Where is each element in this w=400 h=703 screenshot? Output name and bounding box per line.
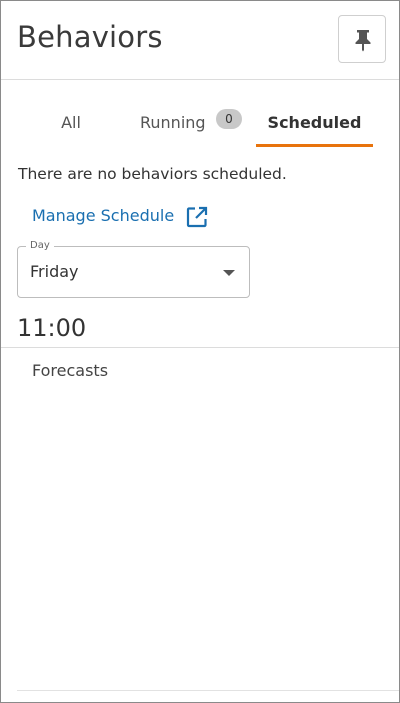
behavior-tabs: All Running 0 Scheduled [1,105,399,149]
day-select-value: Friday [30,262,79,281]
day-select[interactable]: Day Friday [17,239,250,298]
tab-scheduled[interactable]: Scheduled [256,105,373,145]
panel-header: Behaviors [1,1,399,80]
schedule-time-heading: 11:00 [17,314,87,342]
day-select-label: Day [26,239,54,253]
tab-running-label: Running [140,113,206,132]
divider [17,690,399,691]
scheduled-behavior-item[interactable]: Forecasts [32,361,108,380]
page-title: Behaviors [17,20,163,54]
running-count-badge: 0 [216,109,242,129]
pin-icon [355,30,371,52]
manage-schedule-link[interactable]: Manage Schedule [32,206,208,230]
external-link-icon [185,205,209,233]
empty-state-message: There are no behaviors scheduled. [18,165,287,183]
behaviors-panel: Behaviors All Running 0 Scheduled There … [0,0,400,703]
active-tab-indicator [256,144,373,147]
manage-schedule-label: Manage Schedule [32,206,175,225]
pin-button[interactable] [338,15,386,63]
tab-all[interactable]: All [21,105,121,145]
tab-scheduled-label: Scheduled [267,113,362,132]
tab-running[interactable]: Running 0 [129,105,249,145]
tab-all-label: All [61,113,81,132]
divider [1,347,399,348]
chevron-down-icon [223,270,235,276]
